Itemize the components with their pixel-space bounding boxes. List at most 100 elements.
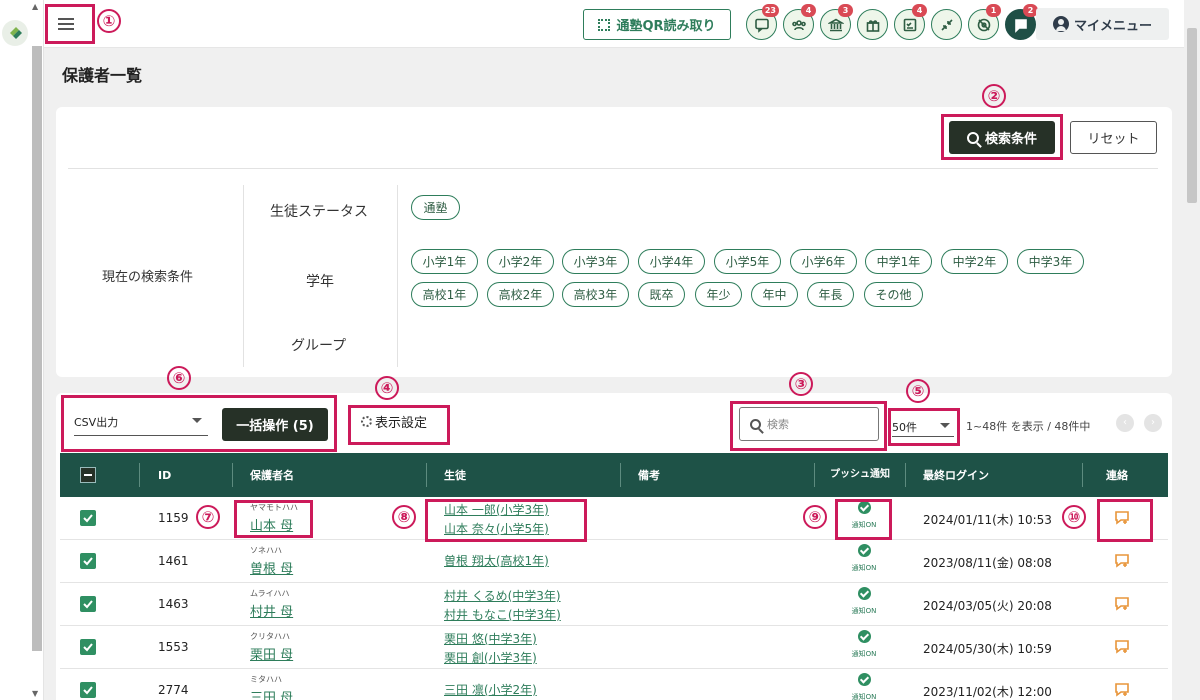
reset-button[interactable]: リセット [1070, 121, 1157, 154]
current-conditions-label: 現在の検索条件 [102, 270, 194, 285]
chip-grade[interactable]: 小学2年 [487, 249, 554, 274]
chip-grade[interactable]: 小学4年 [638, 249, 705, 274]
chip-grade[interactable]: 年長 [807, 282, 854, 307]
guardian-name-link[interactable]: 村井 母 [250, 601, 293, 620]
chip-grade[interactable]: 高校1年 [411, 282, 478, 307]
student-link[interactable]: 村井 くるめ(中学3年) [444, 587, 561, 604]
chip-grade[interactable]: 既卒 [638, 282, 685, 307]
column-divider [397, 185, 398, 367]
select-all-checkbox[interactable] [80, 467, 96, 483]
annotation-box-4 [348, 405, 450, 445]
annotation-number-2: ② [982, 84, 1006, 108]
check-circle-icon [857, 630, 871, 643]
student-link[interactable]: 曽根 翔太(高校1年) [444, 552, 549, 569]
contact-chat-icon[interactable] [1113, 553, 1131, 569]
cell-last-login: 2024/03/05(火) 20:08 [923, 599, 1052, 613]
column-divider [243, 185, 244, 367]
people-button[interactable]: 4 [783, 4, 816, 40]
chip-status[interactable]: 通塾 [411, 195, 460, 220]
top-bar: 通塾QR読み取り 23 4 3 4 1 2 マイメニュー [44, 0, 1184, 48]
header-students[interactable]: 生徒 [444, 453, 466, 497]
school-button[interactable]: 3 [820, 4, 853, 40]
prev-page-icon[interactable]: ‹ [1116, 414, 1134, 432]
cell-last-login: 2024/01/11(木) 10:53 [923, 513, 1052, 527]
left-scrollbar[interactable]: ▲ ▼ [30, 0, 44, 700]
header-notes[interactable]: 備考 [638, 453, 660, 497]
scroll-up-icon[interactable]: ▲ [32, 2, 38, 11]
gift-icon [866, 19, 879, 32]
next-page-icon[interactable]: › [1144, 414, 1162, 432]
result-range-text: 1~48件 を表示 / 48件中 [966, 420, 1091, 433]
right-scrollbar-thumb[interactable] [1187, 28, 1197, 203]
chip-grade[interactable]: 小学6年 [790, 249, 857, 274]
page-title: 保護者一覧 [62, 66, 143, 85]
checklist-button[interactable]: 4 [894, 4, 927, 40]
chip-grade[interactable]: その他 [864, 282, 923, 307]
header-last-login[interactable]: 最終ログイン [923, 453, 989, 497]
scroll-down-icon[interactable]: ▼ [32, 689, 38, 698]
guardian-kana: ソネハハ [250, 546, 282, 555]
table-row[interactable]: 1463 ムライハハ 村井 母 村井 くるめ(中学3年) 村井 もなこ(中学3年… [60, 583, 1168, 626]
header-id[interactable]: ID [158, 453, 171, 497]
right-scrollbar[interactable] [1184, 0, 1200, 700]
chip-grade[interactable]: 中学1年 [865, 249, 932, 274]
guardian-name-link[interactable]: 栗田 母 [250, 644, 293, 663]
table-row[interactable]: 1461 ソネハハ 曽根 母 曽根 翔太(高校1年) 通知ON 2023/08/… [60, 540, 1168, 583]
row-checkbox[interactable] [80, 553, 96, 569]
chip-grade[interactable]: 年中 [751, 282, 798, 307]
no-location-badge: 1 [986, 4, 1001, 17]
qr-scan-button[interactable]: 通塾QR読み取り [583, 9, 731, 40]
guardian-name-link[interactable]: 三田 母 [250, 687, 293, 700]
gift-button[interactable] [857, 9, 888, 40]
chip-grade[interactable]: 高校2年 [487, 282, 554, 307]
check-circle-icon [857, 587, 871, 600]
row-checkbox[interactable] [80, 510, 96, 526]
row-checkbox[interactable] [80, 639, 96, 655]
annotation-number-4: ④ [375, 376, 399, 400]
chip-grade[interactable]: 中学2年 [941, 249, 1008, 274]
chip-grade[interactable]: 小学5年 [714, 249, 781, 274]
table-header: ID 保護者名 生徒 備考 プッシュ通知 最終ログイン 連絡 [60, 453, 1168, 497]
row-checkbox[interactable] [80, 682, 96, 698]
my-menu-button[interactable]: マイメニュー [1036, 8, 1169, 40]
guardian-name-link[interactable]: 曽根 母 [250, 558, 293, 577]
student-link[interactable]: 栗田 創(小学3年) [444, 649, 537, 666]
guardian-kana: クリタハハ [250, 632, 290, 641]
cell-last-login: 2024/05/30(木) 10:59 [923, 642, 1052, 656]
chip-grade[interactable]: 小学1年 [411, 249, 478, 274]
contact-chat-icon[interactable] [1113, 682, 1131, 698]
student-link[interactable]: 三田 凛(小学2年) [444, 681, 537, 698]
school-icon [827, 18, 844, 31]
chat-icon [754, 18, 769, 33]
chat-button[interactable]: 23 [746, 4, 779, 40]
app-logo-icon[interactable] [2, 20, 28, 46]
shrink-button[interactable] [931, 9, 962, 40]
chip-grade[interactable]: 高校3年 [562, 282, 629, 307]
chip-grade[interactable]: 中学3年 [1017, 249, 1084, 274]
contact-chat-icon[interactable] [1113, 639, 1131, 655]
guardian-kana: ムライハハ [250, 589, 290, 598]
chip-grade[interactable]: 小学3年 [562, 249, 629, 274]
no-location-button[interactable]: 1 [968, 4, 1001, 40]
cell-last-login: 2023/08/11(金) 08:08 [923, 556, 1052, 570]
student-link[interactable]: 村井 もなこ(中学3年) [444, 606, 561, 623]
row-checkbox[interactable] [80, 596, 96, 612]
annotation-box-1 [45, 4, 95, 44]
push-status: 通知ON [846, 544, 882, 573]
student-link[interactable]: 栗田 悠(中学3年) [444, 630, 537, 647]
message-button[interactable]: 2 [1005, 4, 1038, 40]
header-guardian[interactable]: 保護者名 [250, 453, 294, 497]
qr-icon [598, 18, 611, 31]
table-row[interactable]: 1553 クリタハハ 栗田 母 栗田 悠(中学3年) 栗田 創(小学3年) 通知… [60, 626, 1168, 669]
chip-grade[interactable]: 年少 [695, 282, 742, 307]
contact-chat-icon[interactable] [1113, 596, 1131, 612]
left-scrollbar-thumb[interactable] [32, 46, 42, 651]
header-contact[interactable]: 連絡 [1106, 453, 1128, 497]
header-push[interactable]: プッシュ通知 [830, 453, 892, 497]
guardian-kana: ミタハハ [250, 675, 282, 684]
table-row[interactable]: 1159 ヤマモトハハ 山本 母 山本 一郎(小学3年) 山本 奈々(小学5年)… [60, 497, 1168, 540]
checklist-icon [903, 18, 916, 31]
annotation-box-8 [425, 499, 587, 542]
header-separator [1082, 463, 1083, 487]
table-row[interactable]: 2774 ミタハハ 三田 母 三田 凛(小学2年) 通知ON 2023/11/0… [60, 669, 1168, 700]
